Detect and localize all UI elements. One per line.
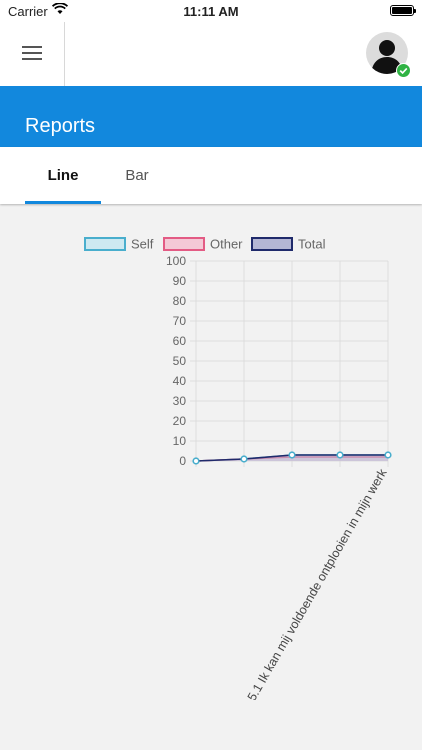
status-bar: Carrier 11:11 AM <box>0 0 422 22</box>
data-point <box>384 451 392 459</box>
top-bar <box>0 22 422 86</box>
y-tick-label: 40 <box>173 374 187 388</box>
tab-bar-chart[interactable]: Bar <box>99 147 175 204</box>
y-tick-label: 10 <box>173 434 187 448</box>
data-point <box>288 451 296 459</box>
y-tick-label: 30 <box>173 394 187 408</box>
legend-swatch-self <box>84 237 126 251</box>
legend-swatch-total <box>251 237 293 251</box>
y-tick-label: 90 <box>173 274 187 288</box>
y-tick-label: 60 <box>173 334 187 348</box>
y-tick-label: 70 <box>173 314 187 328</box>
y-tick-label: 50 <box>173 354 187 368</box>
legend-label-other: Other <box>210 237 243 252</box>
data-point <box>240 455 248 463</box>
y-tick-label: 100 <box>166 254 186 268</box>
menu-button[interactable] <box>0 22 65 86</box>
y-tick-label: 80 <box>173 294 187 308</box>
data-point <box>336 451 344 459</box>
battery-icon <box>390 5 416 16</box>
page-title: Reports <box>25 115 96 137</box>
tab-line[interactable]: Line <box>25 147 101 204</box>
online-status-icon <box>396 63 411 78</box>
hamburger-menu-icon <box>22 46 42 60</box>
title-band: Reports <box>0 86 422 147</box>
y-tick-label: 20 <box>173 414 187 428</box>
y-tick-label: 0 <box>179 454 186 468</box>
legend-swatch-other <box>163 237 205 251</box>
legend-label-self: Self <box>131 237 154 252</box>
data-point <box>192 457 200 465</box>
x-axis-category-label: D.5.1 Ik kan mij voldoende ontplooien in… <box>239 466 390 700</box>
status-time: 11:11 AM <box>183 4 239 19</box>
legend-label-total: Total <box>298 237 326 252</box>
report-line-chart: Self Other Total 0 10 20 30 40 50 60 70 80 90 100 D.5.… <box>84 237 392 700</box>
tab-bar: Line Bar <box>0 147 422 204</box>
